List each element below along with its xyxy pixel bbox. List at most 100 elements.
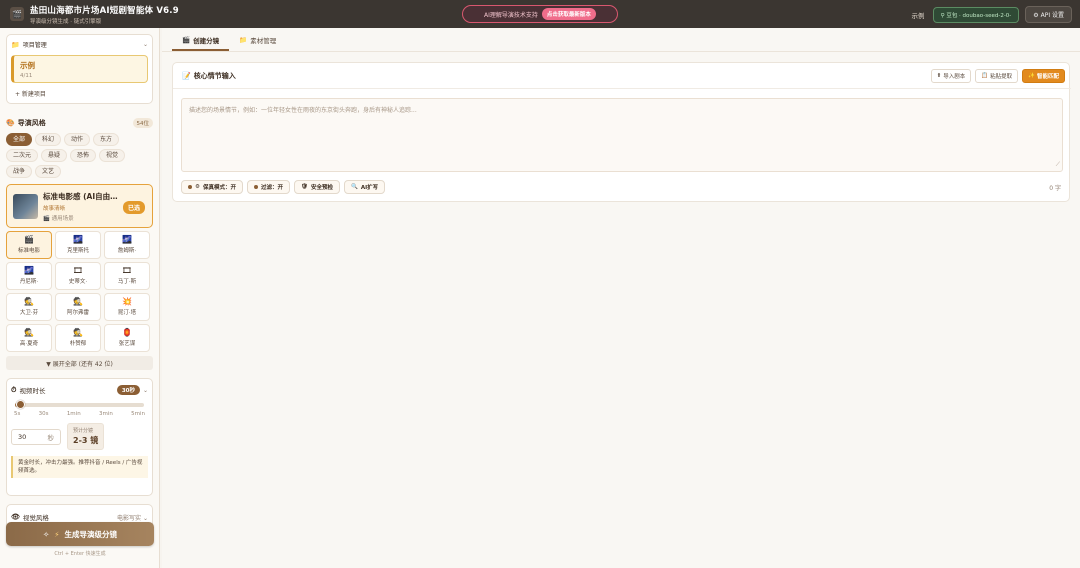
new-project-button[interactable]: + 新建项目 xyxy=(11,83,148,100)
director-icon: 🌌 xyxy=(24,266,34,275)
director-label: 昆汀·塔 xyxy=(117,310,137,316)
genre-chip[interactable]: 恐怖 xyxy=(70,149,97,162)
director-label: 詹姆斯· xyxy=(117,248,137,254)
genre-chip[interactable]: 悬疑 xyxy=(41,149,68,162)
selected-director-name: 标准电影感 (AI自由… xyxy=(43,191,118,201)
tab-create-storyboard[interactable]: 🎬 创建分镜 xyxy=(172,31,230,51)
director-cell[interactable]: 🕵 大卫·芬 xyxy=(6,293,52,321)
chevron-down-icon[interactable]: ⌄ xyxy=(143,41,148,48)
duration-value: 30 xyxy=(18,432,27,441)
option-icon: 🛡 xyxy=(300,184,308,190)
director-label: 张艺谋 xyxy=(118,341,136,347)
tab-divider xyxy=(162,51,1080,52)
genre-chip[interactable]: 科幻 xyxy=(35,133,62,146)
director-cell[interactable]: 🌌 丹尼斯· xyxy=(6,262,52,290)
title-block: 盐田山海都市片场AI短剧智能体 V6.9 导演级分镜生成 · 链式引擎版 xyxy=(30,4,179,25)
plot-textarea[interactable]: 描述您的场景情节，例如：一位年轻女性在雨夜的东京街头奔跑，身后有神秘人追踪...… xyxy=(181,98,1063,172)
duration-section-title: 视频时长 xyxy=(19,387,46,395)
genre-chip[interactable]: 动作 xyxy=(64,133,91,146)
clipboard-icon: 📋 xyxy=(981,73,989,79)
project-item-date: 4/11 xyxy=(20,73,33,79)
director-cell[interactable]: 🏮 张艺谋 xyxy=(104,324,150,352)
status-dot-icon xyxy=(253,185,258,189)
visual-style-value[interactable]: 电影写实 ⌄ xyxy=(117,513,148,522)
slider-tick-label: 5min xyxy=(131,411,145,417)
option-toggle[interactable]: 🔍 AI扩写 xyxy=(343,180,386,194)
tab-asset-management[interactable]: 📁 素材管理 xyxy=(229,31,286,51)
duration-unit: 秒 xyxy=(47,433,55,442)
director-icon: 🎞 xyxy=(72,266,84,275)
promo-banner[interactable]: AI理解导演技术支持 点击获取最新版本 xyxy=(462,5,618,23)
selected-director-card[interactable]: 标准电影感 (AI自由… 故事清晰 🎬 通用场景 已选 xyxy=(6,184,153,228)
lightning-icon: ⚡ xyxy=(54,529,60,539)
api-label: API 设置 xyxy=(1040,12,1064,19)
main-content: 🎬 创建分镜 📁 素材管理 📝 核心情节输入 ⬆ 导入剧本 📋 粘贴提取 ✨ 智能匹配 描述您… xyxy=(162,28,1080,568)
option-toggle[interactable]: ⚙ 保真模式：开 xyxy=(181,180,243,194)
resize-handle[interactable]: ⟋ xyxy=(1056,161,1060,169)
director-label: 丹尼斯· xyxy=(19,279,39,285)
chevron-down-icon[interactable]: ⌄ xyxy=(143,387,148,394)
api-settings-button[interactable]: ⚙ API 设置 xyxy=(1025,6,1072,23)
expand-all-button[interactable]: ▼ 展开全部 (还有 42 位) xyxy=(6,356,153,370)
clapper-icon: 🎬 xyxy=(182,36,191,44)
paste-extract-button[interactable]: 📋 粘贴提取 xyxy=(975,69,1019,83)
duration-section-header: ⏱ 视频时长 30秒 ⌄ xyxy=(11,385,148,395)
slider-ticks: 5s 30s 1min 3min 5min xyxy=(11,411,148,417)
option-icon: ⚙ xyxy=(195,184,200,190)
slider-tick-label: 1min xyxy=(66,411,81,417)
option-toggle[interactable]: 🛡 安全预检 xyxy=(293,180,340,194)
project-item-name: 示例 xyxy=(20,61,35,70)
eye-icon: 👁 xyxy=(11,513,20,521)
tab-label: 创建分镜 xyxy=(193,37,220,45)
option-toggle[interactable]: 过滤：开 xyxy=(246,180,290,194)
genre-chip[interactable]: 文艺 xyxy=(35,165,62,178)
option-label: 安全预检 xyxy=(310,185,333,191)
director-cell[interactable]: 🌌 克里斯托 xyxy=(55,231,101,259)
project-section-header[interactable]: 📁 项目管理 ⌄ xyxy=(11,40,148,50)
director-cell[interactable]: 🌌 詹姆斯· xyxy=(104,231,150,259)
slider-handle[interactable] xyxy=(16,400,26,409)
genre-chip[interactable]: 视觉 xyxy=(99,149,126,162)
director-cell[interactable]: 🎞 史蒂文· xyxy=(55,262,101,290)
smart-match-button[interactable]: ✨ 智能匹配 xyxy=(1022,69,1065,83)
director-cell[interactable]: 🕵 朴赞郁 xyxy=(55,324,101,352)
main-tabs: 🎬 创建分镜 📁 素材管理 xyxy=(172,31,286,51)
sparkle-icon: ✧ xyxy=(42,529,50,539)
director-grid: 🎬 标准电影 🌌 克里斯托 🌌 詹姆斯· 🌌 丹尼斯· 🎞 史蒂文· 🎞 马丁·斯 🕵 大卫·芬 🕵 阿尔弗雷… xyxy=(6,231,153,352)
generate-storyboard-button[interactable]: ✧ ⚡ 生成导演级分镜 xyxy=(6,522,154,546)
gear-icon: ⚙ xyxy=(1033,12,1041,19)
import-script-button[interactable]: ⬆ 导入剧本 xyxy=(930,69,972,83)
duration-slider[interactable] xyxy=(15,400,144,409)
director-icon: 🏮 xyxy=(122,328,132,337)
option-icon: 🔍 xyxy=(350,184,358,190)
project-section-title: 项目管理 xyxy=(22,42,47,49)
current-project-name: 示例 xyxy=(911,11,925,20)
director-label: 标准电影 xyxy=(17,248,40,254)
model-selector[interactable]: ⚲ 豆包 · doubao-seed-2-0- xyxy=(932,6,1020,23)
style-section-header: 🎨 导演风格 54位 xyxy=(6,118,153,128)
director-cell[interactable]: 🎬 标准电影 xyxy=(6,231,52,259)
promo-button[interactable]: 点击获取最新版本 xyxy=(541,8,596,20)
duration-input[interactable]: 30 秒 xyxy=(11,428,61,445)
director-label: 朴赞郁 xyxy=(69,341,87,347)
genre-chip[interactable]: 战争 xyxy=(6,165,33,178)
project-item[interactable]: 示例 4/11 xyxy=(11,55,148,83)
genre-chip[interactable]: 全部 xyxy=(6,133,33,146)
shot-estimate-value: 2-3 镜 xyxy=(73,436,99,445)
panel-header: 📝 核心情节输入 ⬆ 导入剧本 📋 粘贴提取 ✨ 智能匹配 xyxy=(173,63,1071,89)
director-cell[interactable]: 💥 昆汀·塔 xyxy=(104,293,150,321)
plot-placeholder: 描述您的场景情节，例如：一位年轻女性在雨夜的东京街头奔跑，身后有神秘人追踪... xyxy=(189,107,417,114)
genre-chip[interactable]: 二次元 xyxy=(6,149,39,162)
director-cell[interactable]: 🕵 高·夏奇 xyxy=(6,324,52,352)
director-cell[interactable]: 🕵 阿尔弗雷 xyxy=(55,293,101,321)
selected-director-tag: 故事清晰 xyxy=(43,205,66,212)
genre-chip[interactable]: 东方 xyxy=(93,133,120,146)
visual-section-header[interactable]: 👁 视觉风格 电影写实 ⌄ xyxy=(11,512,148,522)
duration-badge: 30秒 xyxy=(116,385,140,395)
promo-text: AI理解导演技术支持 xyxy=(484,11,538,19)
duration-tip: 黄金时长，冲击力最强。推荐抖音 / Reels / 广告视频首选。 xyxy=(11,456,148,478)
director-cell[interactable]: 🎞 马丁·斯 xyxy=(104,262,150,290)
generate-label: 生成导演级分镜 xyxy=(64,529,118,539)
director-label: 大卫·芬 xyxy=(19,310,39,316)
director-label: 高·夏奇 xyxy=(19,341,39,347)
